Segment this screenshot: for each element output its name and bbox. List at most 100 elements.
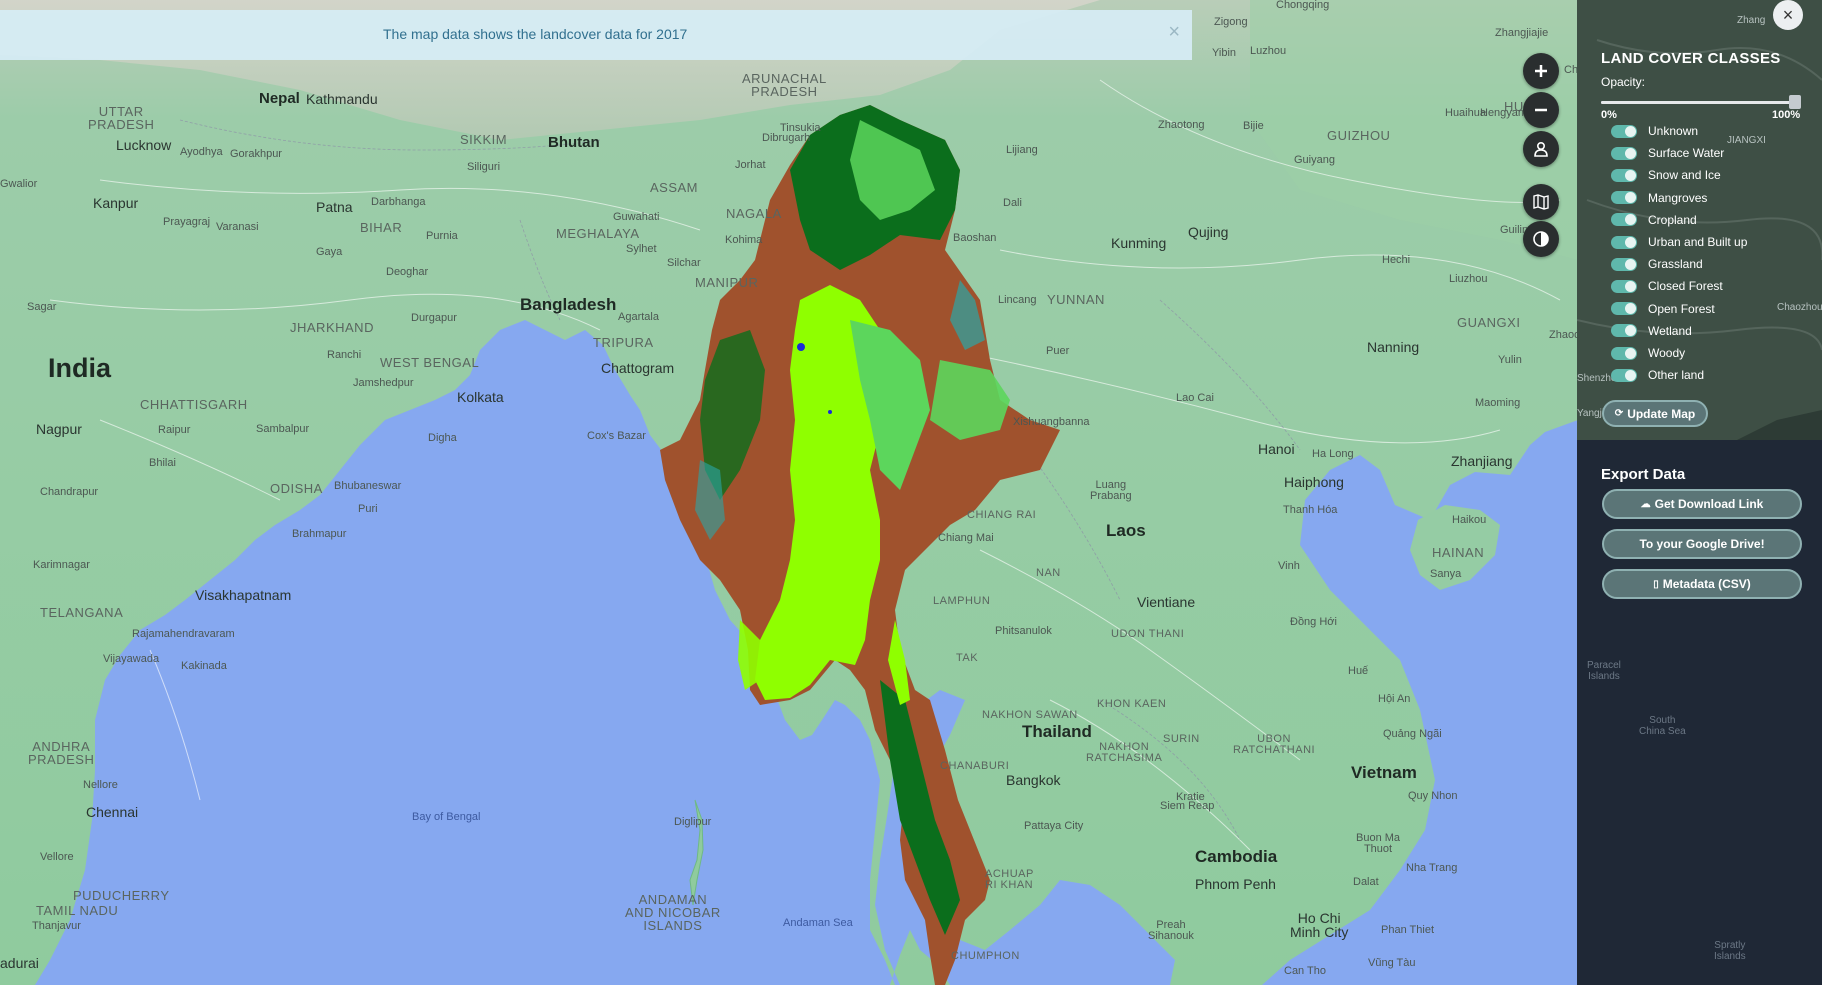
- label-tripura: TRIPURA: [593, 335, 654, 350]
- label-pattaya: Pattaya City: [1024, 820, 1084, 832]
- label-hainan: HAINAN: [1432, 545, 1485, 560]
- land-cover-class-row[interactable]: Urban and Built up: [1611, 232, 1747, 252]
- label-can-tho: Can Tho: [1284, 965, 1326, 977]
- class-toggle[interactable]: [1611, 257, 1637, 271]
- label-bijie: Bijie: [1243, 120, 1264, 132]
- land-cover-class-row[interactable]: Other land: [1611, 365, 1704, 385]
- map-layers-icon: [1533, 194, 1549, 210]
- label-nha-trang: Nha Trang: [1406, 862, 1458, 874]
- street-view-button[interactable]: [1523, 131, 1559, 167]
- class-toggle[interactable]: [1611, 191, 1637, 205]
- label-zhaoqing: Zhaoqing: [1549, 329, 1578, 341]
- update-map-button[interactable]: ⟳ Update Map: [1602, 400, 1708, 427]
- label-maoming: Maoming: [1475, 397, 1521, 409]
- label-zigong: Zigong: [1214, 16, 1248, 28]
- toggle-knob: [1625, 147, 1636, 159]
- land-cover-class-row[interactable]: Snow and Ice: [1611, 165, 1721, 185]
- land-cover-class-row[interactable]: Woody: [1611, 343, 1685, 363]
- label-madurai: adurai: [0, 955, 39, 971]
- class-toggle[interactable]: [1611, 235, 1637, 249]
- class-toggle[interactable]: [1611, 368, 1637, 382]
- label-manipur: MANIPUR: [695, 275, 759, 290]
- land-cover-class-row[interactable]: Wetland: [1611, 321, 1692, 341]
- class-label: Snow and Ice: [1648, 168, 1721, 183]
- label-rajamahendravaram: Rajamahendravaram: [132, 628, 235, 640]
- label-gwalior: Gwalior: [0, 178, 38, 190]
- label-siliguri: Siliguri: [467, 161, 501, 173]
- label-baoshan: Baoshan: [953, 232, 997, 244]
- map-canvas[interactable]: India Bangladesh Thailand Vietnam Cambod…: [0, 0, 1578, 985]
- label-dalat: Dalat: [1353, 876, 1379, 888]
- label-chanaburi: CHANABURI: [940, 760, 1010, 772]
- label-assam: ASSAM: [650, 180, 699, 195]
- label-gaya: Gaya: [316, 246, 343, 258]
- land-cover-class-row[interactable]: Cropland: [1611, 210, 1697, 230]
- label-dong-hoi: Đồng Hới: [1290, 616, 1337, 628]
- class-toggle[interactable]: [1611, 279, 1637, 293]
- toggle-knob: [1625, 125, 1636, 137]
- class-label: Wetland: [1648, 323, 1692, 338]
- opacity-slider-thumb[interactable]: [1789, 95, 1801, 109]
- label-lijiang: Lijiang: [1006, 144, 1038, 156]
- toggle-knob: [1625, 369, 1636, 381]
- class-toggle[interactable]: [1611, 124, 1637, 138]
- label-nepal: Nepal: [259, 90, 300, 107]
- label-xishuangbanna: Xishuangbanna: [1013, 416, 1090, 428]
- map-type-button[interactable]: [1523, 184, 1559, 220]
- class-toggle[interactable]: [1611, 146, 1637, 160]
- land-cover-class-row[interactable]: Unknown: [1611, 121, 1698, 141]
- class-label: Open Forest: [1648, 301, 1715, 316]
- label-haiphong: Haiphong: [1284, 474, 1344, 490]
- label-chiang-mai: Chiang Mai: [938, 532, 994, 544]
- label-tamil-nadu: TAMIL NADU: [36, 903, 119, 918]
- label-zhangjiajie: Zhangjiajie: [1495, 27, 1549, 39]
- class-toggle[interactable]: [1611, 213, 1637, 227]
- label-ayodhya: Ayodhya: [180, 146, 223, 158]
- label-lucknow: Lucknow: [116, 137, 172, 153]
- opacity-min-label: 0%: [1601, 109, 1617, 121]
- label-ubon: UBON RATCHATHANI: [1233, 733, 1316, 756]
- label-kolkata: Kolkata: [457, 389, 504, 405]
- class-toggle[interactable]: [1611, 346, 1637, 360]
- label-durgapur: Durgapur: [411, 312, 457, 324]
- contrast-button[interactable]: [1523, 221, 1559, 257]
- label-khon-kaen: KHON KAEN: [1097, 698, 1167, 710]
- class-label: Urban and Built up: [1648, 235, 1748, 249]
- get-download-link-button[interactable]: ☁ Get Download Link: [1602, 489, 1802, 519]
- label-dali: Dali: [1003, 197, 1022, 209]
- label-andaman-islands: ANDAMAN AND NICOBAR ISLANDS: [625, 892, 721, 933]
- label-kathmandu: Kathmandu: [306, 91, 378, 107]
- label-vellore: Vellore: [40, 851, 74, 863]
- land-cover-class-row[interactable]: Surface Water: [1611, 143, 1724, 163]
- side-panel: Zhang JIANGXI Chaozhou Shenzhen Yangjian…: [1577, 0, 1822, 985]
- google-drive-button[interactable]: To your Google Drive!: [1602, 529, 1802, 559]
- label-sylhet: Sylhet: [626, 243, 657, 255]
- metadata-csv-button[interactable]: ▯ Metadata (CSV): [1602, 569, 1802, 599]
- zoom-out-button[interactable]: [1523, 92, 1559, 128]
- class-toggle[interactable]: [1611, 302, 1637, 316]
- label-hanoi: Hanoi: [1258, 441, 1295, 457]
- label-nagaland: NAGALA: [726, 206, 782, 221]
- panel-close-icon[interactable]: ×: [1773, 0, 1803, 30]
- opacity-slider[interactable]: [1601, 95, 1801, 109]
- land-cover-class-row[interactable]: Open Forest: [1611, 299, 1715, 319]
- zoom-in-button[interactable]: [1523, 53, 1559, 89]
- person-icon: [1534, 141, 1548, 157]
- label-uttar-pradesh: UTTAR PRADESH: [88, 104, 155, 132]
- label-kakinada: Kakinada: [181, 660, 227, 672]
- class-label: Woody: [1648, 346, 1686, 360]
- label-quang-ngai: Quảng Ngãi: [1383, 728, 1442, 740]
- class-toggle[interactable]: [1611, 324, 1637, 338]
- label-vientiane: Vientiane: [1137, 594, 1196, 610]
- label-phan-thiet: Phan Thiet: [1381, 924, 1435, 936]
- panel-title: LAND COVER CLASSES: [1601, 50, 1781, 67]
- land-cover-class-row[interactable]: Grassland: [1611, 254, 1703, 274]
- land-cover-class-row[interactable]: Mangroves: [1611, 188, 1707, 208]
- land-cover-class-row[interactable]: Closed Forest: [1611, 276, 1723, 296]
- label-chandrapur: Chandrapur: [40, 486, 99, 498]
- class-toggle[interactable]: [1611, 168, 1637, 182]
- banner-close-icon[interactable]: ×: [1168, 21, 1180, 44]
- label-sagar: Sagar: [27, 301, 57, 313]
- label-west-bengal: WEST BENGAL: [380, 355, 480, 370]
- label-nakhon-sawan: NAKHON SAWAN: [982, 709, 1078, 721]
